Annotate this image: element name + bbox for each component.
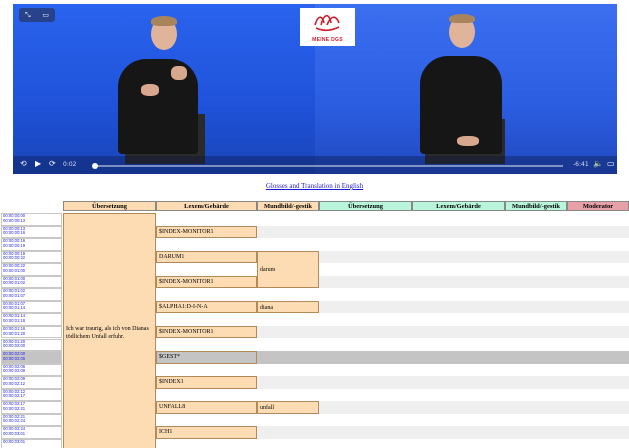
timestamp-end[interactable]: 00:00:00:16 <box>3 231 61 236</box>
signer-hand <box>141 84 159 96</box>
timestamp-end[interactable]: 00:00:00:13 <box>3 218 61 224</box>
meine-dgs-logo: MEINE DGS <box>300 8 355 46</box>
picture-in-picture-icon[interactable]: ▭ <box>42 11 49 19</box>
progress-knob[interactable] <box>92 163 99 169</box>
signer-hair <box>449 14 475 23</box>
timestamp-cell[interactable]: 00:00:02:06 00:00:02:09 <box>1 363 62 377</box>
timestamp-end[interactable]: 00:00:02:00 <box>3 343 61 349</box>
timestamp-cell[interactable]: 00:00:00:13 00:00:00:16 <box>1 225 62 239</box>
timestamp-end[interactable]: 00:00:01:18 <box>3 318 61 324</box>
timestamp-cell[interactable]: 00:00:02:21 00:00:02:24 <box>1 413 62 427</box>
timestamp-cell[interactable]: 00:00:00:00 00:00:00:13 <box>1 213 62 226</box>
remaining-time: -6:41 <box>573 161 589 168</box>
video-top-controls: ⤡ ▭ <box>19 8 55 22</box>
signer-hair <box>151 16 177 26</box>
timestamp-cell[interactable]: 00:00:02:17 00:00:02:21 <box>1 401 62 414</box>
video-controls-bar: ⟲ ▶ ⟳ 0:02 -6:41 🔈 ▭ <box>13 156 617 174</box>
timestamp-cell[interactable]: 00:00:03:01 <box>1 438 62 448</box>
timestamp-end[interactable]: 00:00:01:14 <box>3 306 61 311</box>
gloss-cell[interactable]: ICH1 <box>156 426 257 439</box>
fullscreen-icon[interactable]: ⤡ <box>25 11 31 20</box>
current-time: 0:02 <box>63 161 77 168</box>
header-a-lexeme: Lexem/Gebärde <box>156 201 257 211</box>
header-b-mouth: Mundbild/-gestik <box>505 201 567 211</box>
timestamp-end[interactable]: 00:00:01:20 <box>3 331 61 337</box>
timestamp-cell[interactable]: 00:00:00:19 00:00:00:22 <box>1 250 62 264</box>
timestamp-end[interactable]: 00:00:01:02 <box>3 281 61 286</box>
header-b-lexeme: Lexem/Gebärde <box>412 201 505 211</box>
timestamp-cell[interactable]: 00:00:02:24 00:00:03:01 <box>1 426 62 439</box>
gloss-cell[interactable]: $INDEX-MONITOR1 <box>156 275 257 289</box>
timestamp-end[interactable]: 00:00:02:17 <box>3 394 61 399</box>
signer-hand <box>457 136 479 146</box>
gloss-cell[interactable]: $INDEX1 <box>156 376 257 389</box>
video-right-signer <box>315 4 617 174</box>
timestamp-cell[interactable]: 00:00:01:00 00:00:01:02 <box>1 275 62 289</box>
timestamp-end[interactable]: 00:00:01:00 <box>3 268 61 274</box>
timestamp-end[interactable]: 00:00:02:06 <box>3 356 61 362</box>
translation-cell: Ich war traurig, als ich von Dianas tödl… <box>63 213 156 448</box>
progress-slider[interactable] <box>92 163 563 169</box>
rewind-icon[interactable]: ⟲ <box>20 159 27 168</box>
gloss-cell[interactable]: DARUM1 <box>156 250 257 264</box>
logo-text: MEINE DGS <box>312 37 343 43</box>
timestamp-cell[interactable]: 00:00:01:14 00:00:01:18 <box>1 313 62 326</box>
forward-icon[interactable]: ⟳ <box>49 159 56 168</box>
timestamp-cell[interactable]: 00:00:02:12 00:00:02:17 <box>1 388 62 402</box>
timestamp-end[interactable]: 00:00:02:24 <box>3 419 61 424</box>
mouthing-cell: unfall <box>257 401 319 414</box>
timestamp-end[interactable]: 00:00:00:19 <box>3 243 61 249</box>
header-a-translation: Übersetzung <box>63 201 156 211</box>
play-icon[interactable]: ▶ <box>35 159 41 168</box>
timestamp-cell[interactable]: 00:00:02:00 00:00:02:06 <box>1 351 62 364</box>
timestamp-cell[interactable]: 00:00:01:07 00:00:01:14 <box>1 300 62 314</box>
gloss-cell[interactable]: $ALPHA1:D-I-N-A <box>156 300 257 314</box>
gloss-cell[interactable]: $INDEX-MONITOR1 <box>156 225 257 239</box>
header-a-mouth: Mundbild/-gestik <box>257 201 319 211</box>
timestamp-cell[interactable]: 00:00:01:02 00:00:01:07 <box>1 288 62 301</box>
timestamp-end[interactable]: 00:00:02:09 <box>3 369 61 374</box>
mouthing-cell: diana <box>257 300 319 314</box>
timestamp-cell[interactable]: 00:00:02:09 00:00:02:12 <box>1 376 62 389</box>
video-player[interactable]: ⤡ ▭ MEINE DGS ⟲ ▶ ⟳ 0:02 -6:41 🔈 ▭ <box>13 4 617 174</box>
timestamp-end[interactable]: 00:00:02:21 <box>3 406 61 412</box>
video-left-signer <box>13 4 315 174</box>
header-b-translation: Übersetzung <box>319 201 412 211</box>
mouthing-cell: darum <box>257 250 319 289</box>
signer-hand <box>171 66 187 80</box>
gloss-translation-link[interactable]: Glosses and Translation in English <box>0 182 629 190</box>
timestamp-cell[interactable]: 00:00:01:20 00:00:02:00 <box>1 338 62 352</box>
logo-hands-icon <box>314 14 340 32</box>
header-moderator: Moderator <box>567 201 629 211</box>
timestamp-end[interactable]: 00:00:00:22 <box>3 256 61 261</box>
timestamp-cell[interactable]: 00:00:00:22 00:00:01:00 <box>1 263 62 276</box>
transcript-table: Übersetzung Lexem/Gebärde Mundbild/-gest… <box>1 201 629 448</box>
timestamp-end[interactable]: 00:00:02:12 <box>3 381 61 387</box>
timestamp-start[interactable]: 00:00:03:01 <box>3 439 61 445</box>
gloss-cell[interactable]: $INDEX-MONITOR1 <box>156 325 257 339</box>
timestamp-end[interactable]: 00:00:01:07 <box>3 293 61 299</box>
volume-icon[interactable]: 🔈 <box>593 159 603 168</box>
gloss-cell[interactable]: $GEST* <box>156 351 257 364</box>
timestamp-cell[interactable]: 00:00:00:16 00:00:00:19 <box>1 238 62 251</box>
timestamp-cell[interactable]: 00:00:01:18 00:00:01:20 <box>1 325 62 339</box>
timestamp-end[interactable]: 00:00:03:01 <box>3 431 61 437</box>
subtitles-icon[interactable]: ▭ <box>607 159 615 168</box>
gloss-cell[interactable]: UNFALL8 <box>156 401 257 414</box>
